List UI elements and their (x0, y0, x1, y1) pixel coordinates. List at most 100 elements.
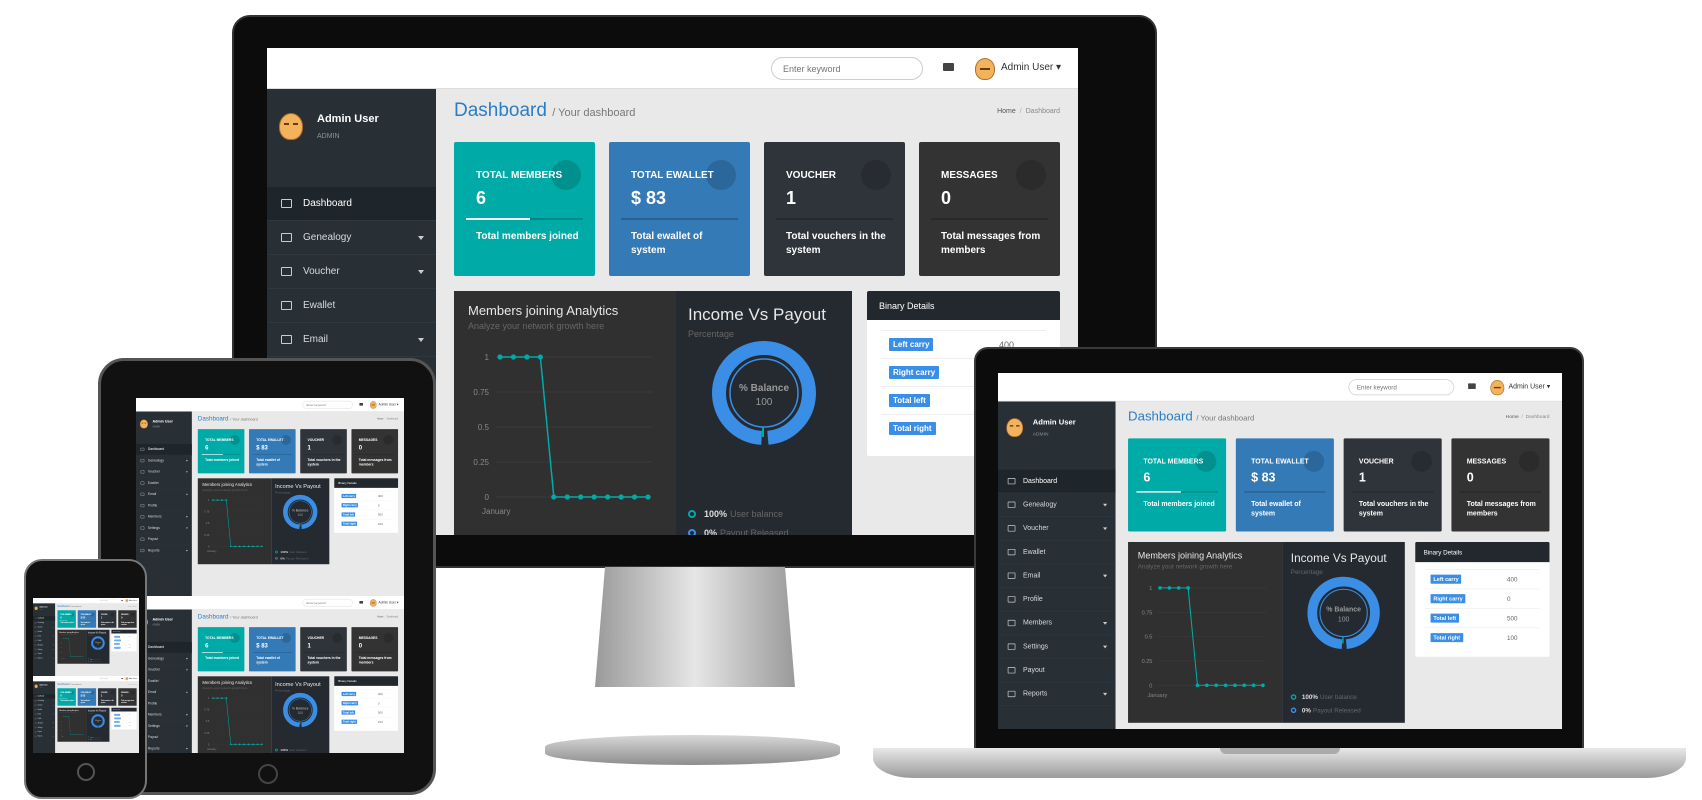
sidebar-item-dashboard[interactable]: Dashboard (136, 443, 192, 456)
data-point[interactable] (63, 716, 64, 718)
data-point[interactable] (645, 494, 651, 500)
data-point[interactable] (71, 734, 73, 736)
data-point[interactable] (75, 734, 77, 736)
data-point[interactable] (261, 743, 263, 746)
sidebar-item-reports[interactable]: Reports (136, 545, 192, 557)
data-point[interactable] (216, 499, 219, 501)
data-point[interactable] (1205, 683, 1209, 688)
sidebar-item-ewallet[interactable]: Ewallet (136, 478, 192, 489)
sidebar-item-genealogy[interactable]: Genealogy (136, 455, 192, 467)
user-menu[interactable]: Admin User ▾ (129, 678, 137, 679)
data-point[interactable] (73, 734, 75, 736)
breadcrumb-home[interactable]: Home (377, 418, 383, 420)
data-point[interactable] (591, 494, 597, 500)
sidebar-item-voucher[interactable]: Voucher (136, 466, 192, 478)
search-input[interactable] (302, 599, 353, 607)
data-point[interactable] (252, 545, 254, 548)
sidebar-item-profile[interactable]: Profile (998, 588, 1116, 612)
data-point[interactable] (66, 716, 68, 718)
data-point[interactable] (1158, 586, 1162, 590)
data-point[interactable] (605, 494, 611, 500)
sidebar-item-voucher[interactable]: Voucher (267, 255, 436, 289)
breadcrumb-home[interactable]: Home (997, 108, 1016, 115)
envelope-icon[interactable] (943, 63, 954, 71)
user-menu[interactable]: Admin User ▾ (379, 403, 399, 407)
sidebar-item-email[interactable]: Email (267, 323, 436, 357)
data-point[interactable] (78, 656, 80, 658)
data-point[interactable] (221, 697, 223, 700)
data-point[interactable] (212, 697, 214, 700)
envelope-icon[interactable] (121, 678, 123, 680)
avatar[interactable] (369, 599, 377, 607)
data-point[interactable] (256, 545, 259, 548)
data-point[interactable] (234, 545, 237, 548)
data-point[interactable] (216, 697, 219, 700)
data-point[interactable] (225, 499, 228, 501)
sidebar-item-email[interactable]: Email (136, 489, 192, 501)
tablet-home-button[interactable] (258, 764, 278, 784)
data-point[interactable] (1233, 683, 1237, 688)
data-point[interactable] (64, 638, 66, 639)
user-menu[interactable]: Admin User ▾ (1001, 62, 1061, 73)
sidebar-item-dashboard[interactable]: Dashboard (998, 469, 1116, 494)
data-point[interactable] (77, 734, 78, 736)
sidebar-item-reports[interactable]: Reports (33, 656, 56, 661)
data-point[interactable] (238, 743, 241, 746)
data-point[interactable] (247, 545, 250, 548)
sidebar-item-genealogy[interactable]: Genealogy (267, 221, 436, 255)
avatar[interactable] (125, 677, 129, 681)
data-point[interactable] (618, 494, 624, 500)
sidebar-item-email[interactable]: Email (998, 564, 1116, 588)
sidebar-item-payout[interactable]: Payout (998, 659, 1116, 683)
data-point[interactable] (82, 656, 84, 658)
data-point[interactable] (63, 638, 64, 639)
search-input[interactable] (98, 677, 119, 681)
avatar[interactable] (1490, 379, 1505, 396)
data-point[interactable] (221, 499, 223, 501)
data-point[interactable] (82, 734, 84, 736)
search-input[interactable] (98, 599, 119, 603)
sidebar-item-ewallet[interactable]: Ewallet (998, 541, 1116, 565)
data-point[interactable] (243, 545, 245, 548)
sidebar-item-ewallet[interactable]: Ewallet (267, 289, 436, 323)
data-point[interactable] (229, 545, 232, 548)
sidebar-item-settings[interactable]: Settings (998, 635, 1116, 659)
sidebar-item-dashboard[interactable]: Dashboard (267, 187, 436, 221)
data-point[interactable] (243, 743, 245, 746)
data-point[interactable] (578, 494, 584, 500)
data-point[interactable] (1176, 586, 1181, 590)
breadcrumb-home[interactable]: Home (377, 616, 383, 618)
data-point[interactable] (80, 656, 82, 658)
user-menu[interactable]: Admin User ▾ (129, 600, 137, 601)
sidebar-item-reports[interactable]: Reports (998, 682, 1116, 707)
data-point[interactable] (68, 638, 70, 639)
data-point[interactable] (256, 743, 259, 746)
data-point[interactable] (229, 743, 232, 746)
data-point[interactable] (1242, 683, 1247, 688)
data-point[interactable] (1261, 683, 1265, 688)
data-point[interactable] (78, 734, 80, 736)
breadcrumb-home[interactable]: Home (1506, 415, 1519, 420)
envelope-icon[interactable] (359, 601, 364, 604)
search-input[interactable] (302, 400, 353, 409)
data-point[interactable] (247, 743, 250, 746)
search-input[interactable] (771, 57, 923, 80)
data-point[interactable] (80, 734, 82, 736)
data-point[interactable] (631, 494, 638, 500)
data-point[interactable] (238, 545, 241, 548)
data-point[interactable] (1214, 683, 1218, 688)
data-point[interactable] (64, 716, 66, 718)
sidebar-item-payout[interactable]: Payout (136, 534, 192, 546)
user-menu[interactable]: Admin User ▾ (379, 601, 399, 605)
data-point[interactable] (77, 656, 78, 658)
sidebar-item-settings[interactable]: Settings (136, 523, 192, 534)
sidebar-item-voucher[interactable]: Voucher (998, 517, 1116, 541)
avatar[interactable] (125, 599, 129, 603)
envelope-icon[interactable] (359, 402, 364, 406)
sidebar-item-profile[interactable]: Profile (136, 500, 192, 512)
data-point[interactable] (70, 656, 71, 658)
data-point[interactable] (551, 494, 557, 500)
search-input[interactable] (1348, 379, 1455, 396)
data-point[interactable] (70, 734, 71, 736)
user-menu[interactable]: Admin User ▾ (1508, 383, 1550, 391)
